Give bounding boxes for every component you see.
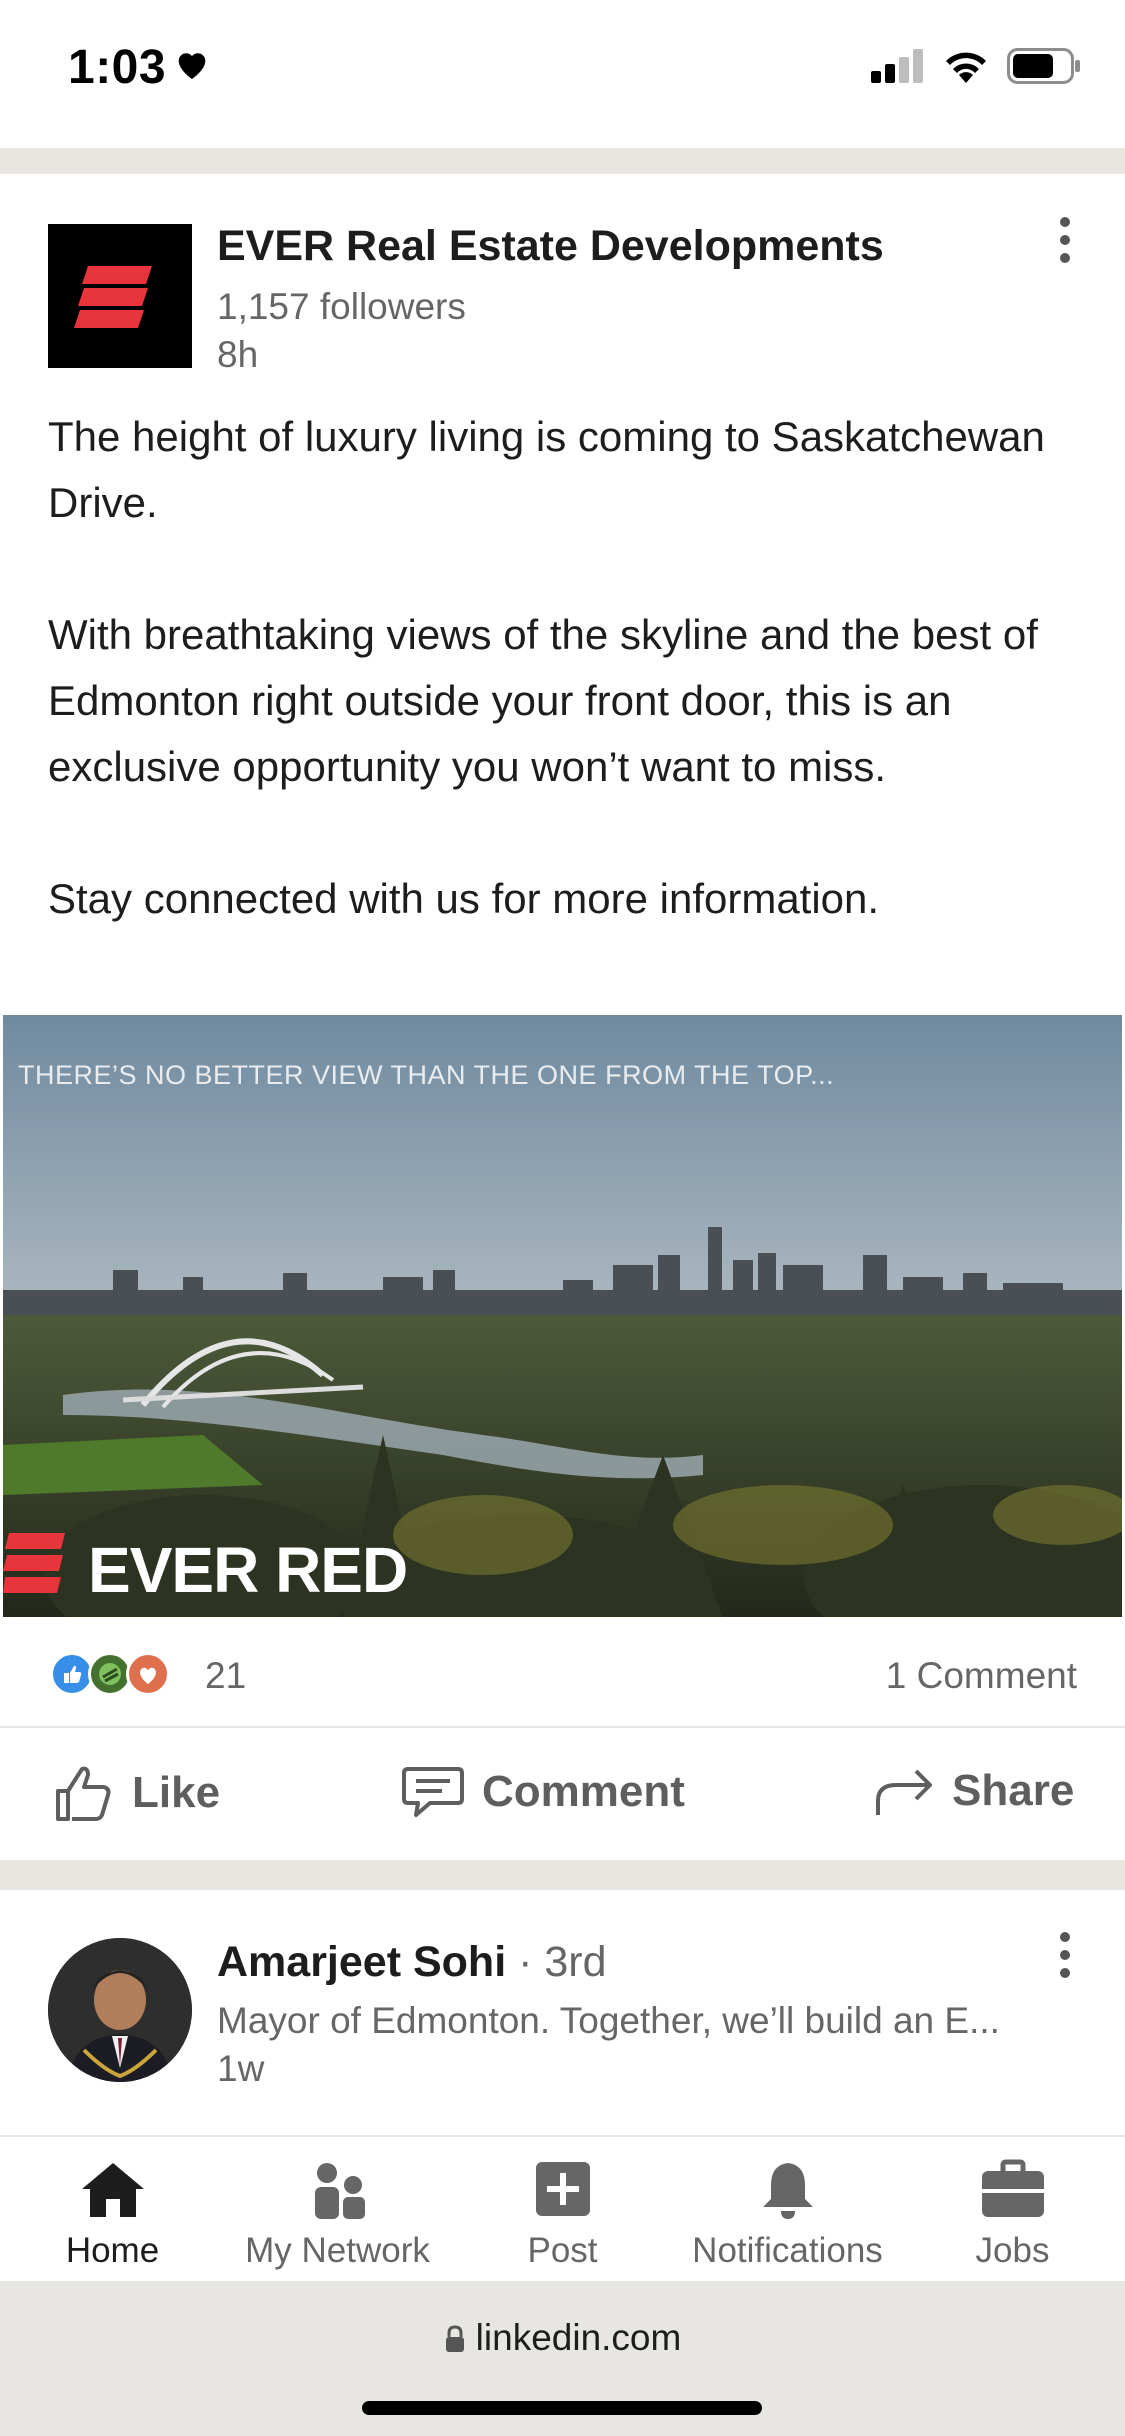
post-image[interactable]: THERE’S NO BETTER VIEW THAN THE ONE FROM… [3,1015,1122,1617]
nav-jobs-label: Jobs [975,2231,1050,2270]
nav-notifications[interactable]: Notifications [675,2137,900,2283]
briefcase-icon [982,2159,1044,2217]
reaction-icons[interactable] [50,1652,170,1696]
social-counts: 21 1 Comment [0,1640,1125,1710]
browser-url-bar[interactable]: linkedin.com [0,2281,1125,2436]
share-button[interactable]: Share [872,1763,1074,1819]
profile-photo [48,1938,192,2082]
status-indicators [871,48,1081,84]
love-reaction-icon [126,1652,170,1696]
avatar[interactable] [48,1938,192,2082]
post-author-headline: Mayor of Edmonton. Together, we’ll build… [217,2000,1000,2041]
image-brand-text: EVER RED [88,1534,408,1606]
comment-count[interactable]: 1 Comment [886,1655,1077,1697]
like-button[interactable]: Like [52,1763,220,1823]
more-options-icon[interactable] [1050,1925,1080,1985]
nav-home-label: Home [65,2231,160,2270]
post-icon [536,2162,590,2216]
nav-my-network[interactable]: My Network [225,2137,450,2283]
comment-icon [402,1767,464,1817]
post-author-followers: 1,157 followers [217,286,466,327]
post-paragraph: With breathtaking views of the skyline a… [48,611,1038,790]
bell-icon [763,2163,813,2219]
post-author-name[interactable]: Amarjeet Sohi · 3rd [217,1938,607,1987]
home-indicator[interactable] [362,2401,762,2415]
nav-jobs[interactable]: Jobs [900,2137,1125,2283]
nav-post-label: Post [527,2231,598,2270]
home-icon [82,2163,144,2217]
feed-divider [0,148,1125,174]
bottom-navigation: Home My Network Post Notifications Jobs [0,2135,1125,2281]
network-icon [315,2163,365,2219]
wifi-icon [946,52,986,83]
divider [0,1726,1125,1728]
comment-label: Comment [482,1767,685,1816]
author-name-text: Amarjeet Sohi [217,1938,507,1986]
status-time: 1:03 [68,41,167,94]
nav-notifications-label: Notifications [692,2231,883,2270]
ever-logo-icon [74,266,152,328]
image-caption: THERE’S NO BETTER VIEW THAN THE ONE FROM… [18,1060,835,1090]
url-text: linkedin.com [475,2317,682,2358]
more-options-icon[interactable] [1050,210,1080,270]
post-timestamp: 1w [217,2048,265,2089]
post-paragraph: The height of luxury living is coming to… [48,413,1045,526]
comment-button[interactable]: Comment [400,1763,685,1821]
url-display[interactable]: linkedin.com [0,2317,1125,2359]
company-logo[interactable] [48,224,192,368]
status-bar: 1:03 [0,0,1125,148]
connection-degree: · 3rd [506,1938,607,1986]
post-paragraph: Stay connected with us for more informat… [48,875,880,922]
reaction-count[interactable]: 21 [205,1655,246,1697]
feed-divider [0,1860,1125,1890]
nav-my-network-label: My Network [245,2231,430,2270]
thumbs-up-icon [56,1766,111,1821]
nav-home[interactable]: Home [0,2137,225,2283]
post-actions: Like Comment Share [0,1735,1125,1855]
heart-icon [178,53,206,79]
share-arrow-icon [876,1769,932,1815]
signal-icon [871,49,923,83]
lock-icon [445,2325,464,2352]
share-label: Share [952,1766,1075,1815]
like-label: Like [132,1768,221,1817]
post-author-name[interactable]: EVER Real Estate Developments [217,222,884,271]
battery-icon [1007,48,1080,84]
post-body: The height of luxury living is coming to… [48,404,1078,932]
nav-post[interactable]: Post [450,2137,675,2283]
post-timestamp: 8h [217,334,259,375]
skyline-photo [3,1015,1122,1617]
